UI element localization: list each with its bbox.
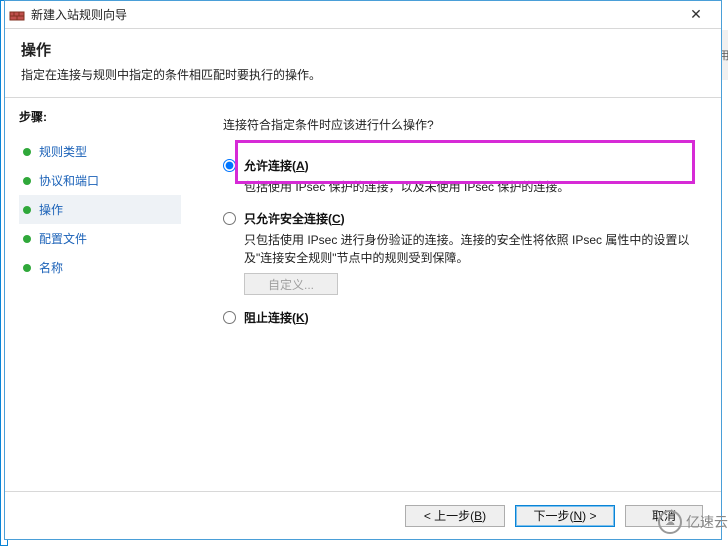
option-allow-desc: 包括使用 IPsec 保护的连接，以及未使用 IPsec 保护的连接。 <box>244 178 693 196</box>
content-area: 连接符合指定条件时应该进行什么操作? 允许连接(A) 包括使用 IPsec 保护… <box>195 98 721 491</box>
bullet-icon <box>23 264 31 272</box>
watermark-text: 亿速云 <box>686 512 728 532</box>
step-profile[interactable]: 配置文件 <box>19 224 181 253</box>
step-label: 协议和端口 <box>39 172 99 189</box>
bullet-icon <box>23 206 31 214</box>
wizard-header: 操作 指定在连接与规则中指定的条件相匹配时要执行的操作。 <box>5 29 721 98</box>
step-label: 规则类型 <box>39 143 87 160</box>
cloud-icon: ☁ <box>658 510 682 534</box>
option-secure-desc: 只包括使用 IPsec 进行身份验证的连接。连接的安全性将依照 IPsec 属性… <box>244 231 693 267</box>
step-protocol-ports[interactable]: 协议和端口 <box>19 166 181 195</box>
option-allow-connection: 允许连接(A) 包括使用 IPsec 保护的连接，以及未使用 IPsec 保护的… <box>223 157 693 196</box>
radio-allow-label[interactable]: 允许连接(A) <box>244 157 309 174</box>
step-label: 配置文件 <box>39 230 87 247</box>
page-title: 操作 <box>21 39 705 60</box>
radio-block[interactable] <box>223 311 236 324</box>
bullet-icon <box>23 235 31 243</box>
step-rule-type[interactable]: 规则类型 <box>19 137 181 166</box>
wizard-footer: < 上一步(B) 下一步(N) > 取消 <box>5 491 721 539</box>
watermark: ☁ 亿速云 <box>658 510 728 534</box>
steps-sidebar: 步骤: 规则类型 协议和端口 操作 配置文件 名称 <box>5 98 195 491</box>
window-title: 新建入站规则向导 <box>31 6 675 23</box>
radio-allow[interactable] <box>223 159 236 172</box>
bullet-icon <box>23 148 31 156</box>
steps-heading: 步骤: <box>19 108 181 125</box>
radio-secure[interactable] <box>223 212 236 225</box>
radio-block-label[interactable]: 阻止连接(K) <box>244 309 309 326</box>
prompt-text: 连接符合指定条件时应该进行什么操作? <box>223 116 693 133</box>
step-action[interactable]: 操作 <box>19 195 181 224</box>
firewall-icon <box>9 7 25 23</box>
bullet-icon <box>23 177 31 185</box>
wizard-window: 新建入站规则向导 ✕ 操作 指定在连接与规则中指定的条件相匹配时要执行的操作。 … <box>4 0 722 540</box>
radio-secure-label[interactable]: 只允许安全连接(C) <box>244 210 345 227</box>
step-label: 名称 <box>39 259 63 276</box>
back-button[interactable]: < 上一步(B) <box>405 505 505 527</box>
step-name[interactable]: 名称 <box>19 253 181 282</box>
option-allow-secure: 只允许安全连接(C) 只包括使用 IPsec 进行身份验证的连接。连接的安全性将… <box>223 210 693 295</box>
page-description: 指定在连接与规则中指定的条件相匹配时要执行的操作。 <box>21 66 705 83</box>
customize-button: 自定义... <box>244 273 338 295</box>
close-button[interactable]: ✕ <box>675 1 717 29</box>
step-label: 操作 <box>39 201 63 218</box>
option-block-connection: 阻止连接(K) <box>223 309 693 326</box>
next-button[interactable]: 下一步(N) > <box>515 505 615 527</box>
titlebar: 新建入站规则向导 ✕ <box>5 1 721 29</box>
